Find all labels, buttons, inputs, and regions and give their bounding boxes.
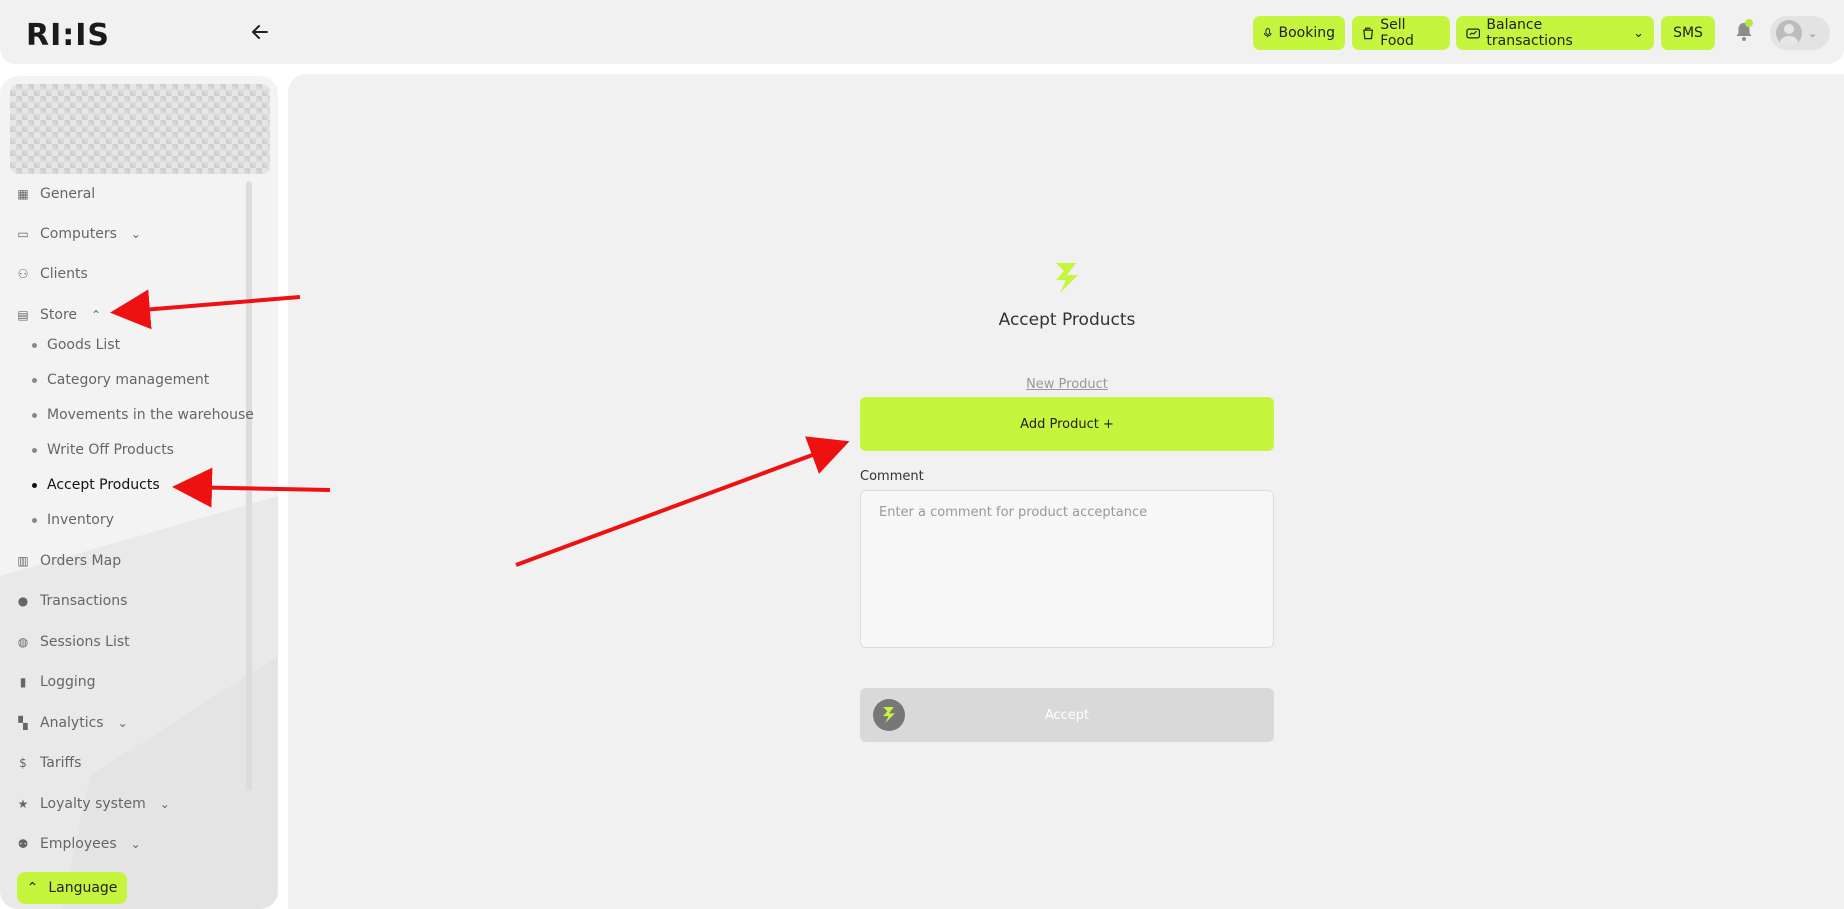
bullet-icon <box>32 447 37 453</box>
sidebar-item-store[interactable]: ▤ Store ⌃ <box>16 303 101 327</box>
sell-food-button[interactable]: Sell Food <box>1352 16 1450 50</box>
chevron-down-icon: ⌄ <box>1808 26 1818 40</box>
sidebar-item-label: Logging <box>40 674 96 690</box>
sidebar-item-label: Tariffs <box>40 755 82 771</box>
sidebar-item-logging[interactable]: ▮ Logging <box>16 670 96 694</box>
page-title: Accept Products <box>998 310 1136 330</box>
chevron-down-icon: ⌄ <box>1633 25 1644 41</box>
comment-field[interactable] <box>860 490 1274 648</box>
sidebar-item-label: Sessions List <box>40 634 130 650</box>
grid-icon: ▦ <box>17 187 29 201</box>
store-subitem-inventory[interactable]: Inventory <box>32 509 114 531</box>
mouse-icon: ◍ <box>17 635 29 649</box>
store-icon: ▤ <box>17 308 29 322</box>
sidebar-item-loyalty-system[interactable]: ★ Loyalty system ⌄ <box>16 792 170 816</box>
store-subitem-write-off[interactable]: Write Off Products <box>32 439 174 461</box>
language-button[interactable]: ⌃ Language <box>17 872 127 904</box>
sidebar-item-tariffs[interactable]: $ Tariffs <box>16 751 81 775</box>
top-header: RI:IS Booking Sell Food Balance transact… <box>0 0 1844 64</box>
sidebar-item-label: Transactions <box>40 593 128 609</box>
subitem-label: Category management <box>47 372 210 388</box>
chevron-down-icon: ⌄ <box>117 716 128 730</box>
sell-food-label: Sell Food <box>1380 17 1414 49</box>
sidebar-item-clients[interactable]: ⚇ Clients <box>16 262 88 286</box>
user-menu[interactable]: ⌄ <box>1770 16 1830 50</box>
coin-icon: ● <box>17 594 29 608</box>
sidebar-item-label: Analytics <box>40 715 104 731</box>
dollar-icon: $ <box>19 756 27 770</box>
chevron-up-icon: ⌃ <box>26 880 39 896</box>
new-product-link[interactable]: New Product <box>960 377 1174 392</box>
back-button[interactable] <box>248 20 272 44</box>
sidebar-item-label: Loyalty system <box>40 796 146 812</box>
sidebar-item-orders-map[interactable]: ▥ Orders Map <box>16 549 121 573</box>
accept-button[interactable]: Accept <box>860 688 1274 742</box>
users-icon: ⚇ <box>17 267 29 281</box>
bullet-icon <box>32 482 37 488</box>
sidebar-item-label: Orders Map <box>40 553 122 569</box>
laptop-icon: ▭ <box>17 227 29 241</box>
booking-label: Booking <box>1278 25 1336 41</box>
avatar <box>1776 20 1802 46</box>
sidebar-item-transactions[interactable]: ● Transactions <box>16 589 128 613</box>
sms-button[interactable]: SMS <box>1661 16 1715 50</box>
subitem-label: Movements in the warehouse <box>47 407 254 423</box>
store-subitem-category-management[interactable]: Category management <box>32 369 209 391</box>
comment-label: Comment <box>860 469 924 484</box>
bullet-icon <box>32 342 37 348</box>
sidebar-item-label: Clients <box>40 266 88 282</box>
subitem-label: Inventory <box>47 512 114 528</box>
notification-dot <box>1745 19 1753 27</box>
chevron-down-icon: ⌄ <box>130 227 141 241</box>
sms-label: SMS <box>1673 25 1703 41</box>
app-logo: RI:IS <box>26 18 111 53</box>
sidebar-item-employees[interactable]: ⚉ Employees ⌄ <box>16 832 141 856</box>
accept-label: Accept <box>1044 707 1090 723</box>
wallet-icon <box>1466 28 1481 38</box>
bolt-logo-icon <box>1056 263 1078 293</box>
sidebar-item-sessions-list[interactable]: ◍ Sessions List <box>16 630 130 654</box>
sidebar-item-label: General <box>40 186 96 202</box>
sidebar-item-analytics[interactable]: ▚ Analytics ⌄ <box>16 711 128 735</box>
dashboard-icon: ▚ <box>18 716 28 730</box>
sidebar-item-label: Store <box>40 307 78 323</box>
sidebar-item-label: Computers <box>40 226 117 242</box>
star-icon: ★ <box>17 797 29 811</box>
bullet-icon <box>32 517 37 523</box>
language-label: Language <box>48 880 118 896</box>
chevron-up-icon: ⌃ <box>91 308 102 322</box>
add-product-button[interactable]: Add Product + <box>860 397 1274 451</box>
arrow-left-icon <box>252 25 268 39</box>
store-subitem-goods-list[interactable]: Goods List <box>32 334 120 356</box>
bullet-icon <box>32 377 37 383</box>
booking-button[interactable]: Booking <box>1253 16 1345 50</box>
brand-banner-image <box>10 84 270 174</box>
store-subitem-accept-products[interactable]: Accept Products <box>32 474 160 496</box>
sidebar-item-label: Employees <box>40 836 117 852</box>
store-subitem-movements[interactable]: Movements in the warehouse <box>32 404 254 426</box>
subitem-label: Accept Products <box>47 477 160 493</box>
balance-transactions-label: Balance transactions <box>1486 17 1573 49</box>
sidebar-scrollbar[interactable] <box>246 181 252 791</box>
chevron-down-icon: ⌄ <box>159 797 170 811</box>
chevron-down-icon: ⌄ <box>130 837 141 851</box>
sidebar-item-general[interactable]: ▦ General <box>16 182 95 206</box>
bullet-icon <box>32 412 37 418</box>
balance-transactions-button[interactable]: Balance transactions ⌄ <box>1456 16 1654 50</box>
person-icon: ⚉ <box>17 837 29 851</box>
accept-bolt-icon <box>873 699 905 731</box>
sidebar-item-computers[interactable]: ▭ Computers ⌄ <box>16 222 141 246</box>
cup-icon <box>1363 27 1374 40</box>
subitem-label: Write Off Products <box>47 442 174 458</box>
microphone-icon <box>1263 28 1272 38</box>
subitem-label: Goods List <box>47 337 121 353</box>
document-icon: ▮ <box>19 675 27 689</box>
map-icon: ▥ <box>17 554 29 568</box>
